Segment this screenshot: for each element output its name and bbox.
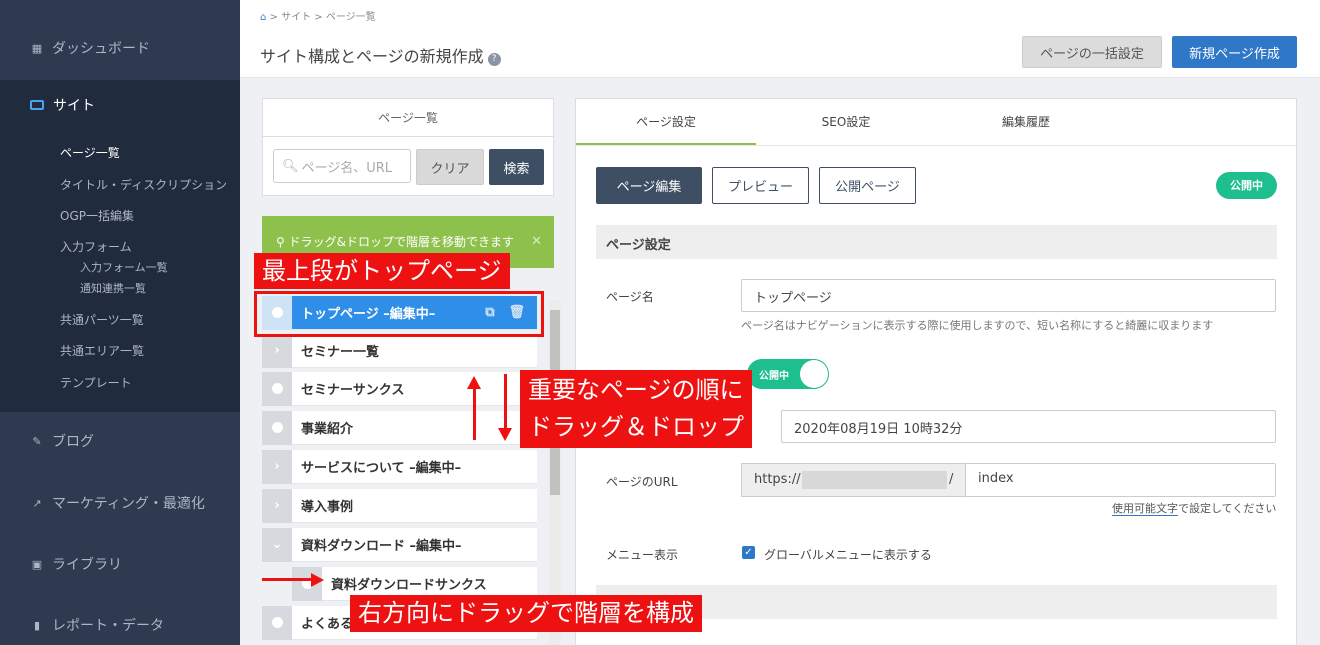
toggle-knob <box>800 360 828 388</box>
new-page-button[interactable]: 新規ページ作成 <box>1172 36 1297 68</box>
publish-date-field[interactable]: 2020年08月19日 10時32分 <box>781 410 1276 443</box>
trend-icon: ↗ <box>32 496 42 510</box>
nav-page-list[interactable]: ページ一覧 <box>60 144 120 161</box>
page-header: ⌂ > サイト > ページ一覧 サイト構成とページの新規作成? ページの一括設定… <box>240 0 1320 78</box>
nav-common-parts[interactable]: 共通パーツ一覧 <box>60 311 144 328</box>
panel-title: ページ一覧 <box>263 109 553 137</box>
edit-page-button[interactable]: ページ編集 <box>596 167 702 204</box>
nav-marketing[interactable]: ↗ マーケティング・最適化 <box>0 488 240 518</box>
nav-input-form[interactable]: 入力フォーム <box>60 238 132 255</box>
image-icon: ▣ <box>31 557 43 571</box>
dashboard-icon: ▦ <box>31 41 43 55</box>
search-input[interactable]: 🔍︎ ページ名、URL <box>273 149 411 183</box>
breadcrumb-site[interactable]: サイト <box>281 12 311 23</box>
nav-common-area[interactable]: 共通エリア一覧 <box>60 342 144 359</box>
nav-template[interactable]: テンプレート <box>60 374 132 391</box>
home-icon[interactable]: ⌂ <box>260 12 266 23</box>
up-arrow-head <box>467 376 481 389</box>
domain-mask <box>802 471 947 489</box>
breadcrumb: ⌂ > サイト > ページ一覧 <box>260 12 376 23</box>
pin-icon: ⚲ <box>276 235 285 249</box>
annotation-top-page: 最上段がトップページ <box>254 253 510 289</box>
pencil-icon: ✎ <box>32 434 42 448</box>
dot-icon <box>271 617 283 628</box>
scrollbar[interactable] <box>549 300 561 645</box>
drag-handle[interactable] <box>262 371 292 406</box>
nav-site[interactable]: サイト <box>30 95 95 115</box>
global-menu-checkbox-label: グローバルメニューに表示する <box>764 548 932 562</box>
bulk-settings-button[interactable]: ページの一括設定 <box>1022 36 1162 68</box>
chevron-right-icon[interactable]: › <box>262 488 292 523</box>
url-label: ページのURL <box>606 475 678 489</box>
url-note: 使用可能文字で設定してください <box>1112 502 1277 516</box>
chevron-right-icon[interactable]: › <box>262 333 292 368</box>
tree-row[interactable]: 事業紹介 <box>262 410 537 445</box>
chevron-right-icon[interactable]: › <box>262 449 292 484</box>
page-list-panel: ページ一覧 🔍︎ ページ名、URL クリア 検索 <box>262 98 554 196</box>
tab-divider <box>576 145 1296 146</box>
down-arrow <box>504 374 507 428</box>
tab-page-settings[interactable]: ページ設定 <box>576 99 756 146</box>
chevron-down-icon[interactable]: ⌄ <box>262 527 292 562</box>
nav-library[interactable]: ▣ ライブラリ <box>0 549 240 579</box>
tab-edit-history[interactable]: 編集履歴 <box>936 99 1116 146</box>
drag-handle[interactable] <box>262 410 292 445</box>
nav-ogp-bulk[interactable]: OGP一括編集 <box>60 207 134 224</box>
help-icon[interactable]: ? <box>487 53 501 66</box>
publish-toggle[interactable]: 公開中 <box>747 359 829 389</box>
preview-button[interactable]: プレビュー <box>712 167 809 204</box>
close-icon[interactable]: ✕ <box>531 234 542 249</box>
url-slug-field[interactable]: index <box>965 463 1276 497</box>
nav-title-description[interactable]: タイトル・ディスクリプション <box>60 176 227 193</box>
bar-chart-icon: ▮ <box>33 618 41 632</box>
url-prefix: https:/// <box>741 463 966 497</box>
section-title: ページ設定 <box>596 225 1277 259</box>
dot-icon <box>271 383 283 394</box>
public-page-button[interactable]: 公開ページ <box>819 167 916 204</box>
drag-handle[interactable] <box>262 605 292 640</box>
page-title: サイト構成とページの新規作成? <box>260 43 501 67</box>
annotation-order: 重要なページの順に ドラッグ＆ドロップ <box>520 370 752 448</box>
tree-row[interactable]: › サービスについて –編集中– <box>262 449 537 484</box>
search-icon: 🔍︎ <box>282 158 299 174</box>
allowed-characters-link[interactable]: 使用可能文字 <box>1112 502 1178 516</box>
right-arrow-head <box>311 573 324 587</box>
page-name-label: ページ名 <box>606 290 654 304</box>
tree-row[interactable]: セミナーサンクス <box>262 371 537 406</box>
global-menu-checkbox[interactable]: ✓ <box>742 546 755 559</box>
window-icon <box>30 100 44 110</box>
status-badge: 公開中 <box>1216 172 1277 199</box>
clear-button[interactable]: クリア <box>416 149 484 185</box>
nav-notification-list[interactable]: 通知連携一覧 <box>80 280 146 296</box>
tree-row[interactable]: ⌄ 資料ダウンロード –編集中– <box>262 527 537 562</box>
tree-row[interactable]: › 導入事例 <box>262 488 537 523</box>
nav-report[interactable]: ▮ レポート・データ <box>0 610 240 640</box>
tree-row[interactable]: › セミナー一覧 <box>262 333 537 368</box>
dot-icon <box>271 422 283 433</box>
up-arrow <box>473 388 476 440</box>
nav-dashboard[interactable]: ▦ ダッシュボード <box>0 33 240 63</box>
down-arrow-head <box>498 428 512 441</box>
menu-label: メニュー表示 <box>606 548 679 562</box>
page-name-field[interactable]: トップページ <box>741 279 1276 312</box>
annotation-hierarchy: 右方向にドラッグで階層を構成 <box>350 595 702 632</box>
sidebar: ▦ ダッシュボード サイト ページ一覧 タイトル・ディスクリプション OGP一括編… <box>0 0 240 645</box>
nav-blog[interactable]: ✎ ブログ <box>0 426 240 456</box>
page-name-help: ページ名はナビゲーションに表示する際に使用しますので、短い名称にすると綺麗に収ま… <box>741 319 1214 332</box>
tab-seo-settings[interactable]: SEO設定 <box>756 99 936 146</box>
search-button[interactable]: 検索 <box>489 149 544 185</box>
breadcrumb-pages: ページ一覧 <box>325 12 376 23</box>
nav-form-list[interactable]: 入力フォーム一覧 <box>80 259 168 275</box>
right-arrow <box>262 578 312 581</box>
nav-site-section: サイト ページ一覧 タイトル・ディスクリプション OGP一括編集 入力フォーム … <box>0 80 240 412</box>
highlight-box <box>254 291 544 337</box>
